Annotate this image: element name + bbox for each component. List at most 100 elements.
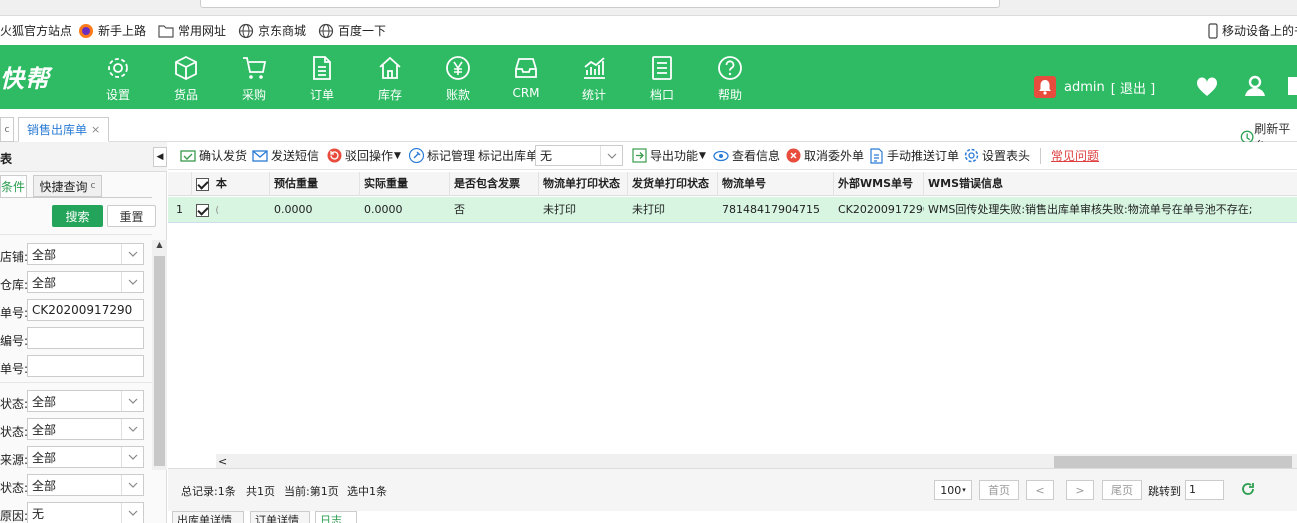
tab-condition[interactable]: 条件 [0, 175, 27, 197]
nav-label: 库存 [377, 88, 402, 102]
export-button[interactable]: 导出功能 ▼ [632, 147, 706, 164]
view-info-label: 查看信息 [732, 149, 781, 163]
total-records: 总记录:1条 [181, 485, 236, 498]
last-page-button[interactable]: 尾页 [1102, 480, 1142, 500]
tab-order-detail[interactable]: 订单详情 [250, 511, 310, 523]
first-page-button[interactable]: 首页 [979, 480, 1019, 500]
tab-outbound-detail[interactable]: 出库单详情 [172, 511, 244, 523]
user-icon[interactable] [1243, 75, 1267, 100]
status-select-1[interactable]: 全部 [27, 390, 144, 412]
more-icon[interactable] [1288, 77, 1297, 95]
logout-link[interactable]: [ 退出 ] [1111, 78, 1155, 97]
jump-page-input[interactable]: 1 [1185, 480, 1224, 500]
send-sms-button[interactable]: 发送短信 [252, 147, 319, 164]
search-button[interactable]: 搜索 [52, 205, 103, 227]
status-value-3: 全部 [32, 478, 57, 493]
nav-item-inventory[interactable]: 库存 [365, 55, 415, 103]
set-header-button[interactable]: 设置表头 [964, 147, 1030, 164]
nav-item-accounts[interactable]: 账款 [433, 55, 483, 103]
url-bar[interactable] [200, 0, 1000, 8]
manual-push-button[interactable]: 手动推送订单 [869, 147, 959, 164]
username: admin [1064, 79, 1105, 95]
bookmark-baidu[interactable]: 百度一下 [318, 22, 386, 39]
reset-button[interactable]: 重置 [107, 205, 156, 227]
firefox-icon [79, 23, 93, 38]
warehouse-select[interactable]: 全部 [27, 271, 144, 293]
nav-item-orders[interactable]: 订单 [297, 55, 347, 103]
order-no-input[interactable]: CK20200917290 [27, 299, 144, 321]
chevron-down-icon [121, 447, 143, 467]
header-logistics-no[interactable]: 物流单号 [718, 172, 834, 196]
status-value-1: 全部 [32, 394, 57, 409]
cell-invoice: 否 [454, 203, 465, 216]
tab-log[interactable]: 日志 [315, 511, 357, 523]
header-label: 实际重量 [364, 177, 408, 190]
nav-item-settings[interactable]: 设置 [93, 55, 143, 103]
first-page-label: 首页 [988, 484, 1010, 497]
header-actual-weight[interactable]: 实际重量 [360, 172, 450, 196]
bookmark-getting-started[interactable]: 新手上路 [78, 22, 146, 39]
bookmark-common-urls[interactable]: 常用网址 [158, 22, 226, 39]
bookmark-mobile[interactable]: 移动设备上的书 [1208, 22, 1297, 39]
prev-page-button[interactable]: < [1026, 480, 1054, 500]
field-label-status-2: 状态: [0, 425, 29, 439]
header-col-0[interactable]: 本 [192, 172, 270, 196]
cancel-outsource-button[interactable]: 取消委外单 [786, 147, 864, 164]
export-icon [632, 148, 647, 163]
nav-item-goods[interactable]: 货品 [161, 55, 211, 103]
tab-prev-icon[interactable]: c [0, 117, 14, 142]
scroll-left-icon[interactable]: < [218, 455, 227, 468]
header-est-weight[interactable]: 预估重量 [270, 172, 360, 196]
tab-label: 日志 [320, 514, 342, 523]
nav-item-purchase[interactable]: 采购 [229, 55, 279, 103]
tab-close-icon[interactable]: × [91, 123, 100, 136]
heart-hand-icon[interactable] [1195, 76, 1219, 101]
logistics-no-input[interactable] [27, 355, 144, 377]
nav-item-stats[interactable]: 统计 [569, 55, 619, 103]
tab-quick-query[interactable]: 快捷查询 c [33, 175, 102, 197]
filter-scrollbar[interactable]: ▲ [152, 240, 167, 470]
header-invoice[interactable]: 是否包含发票 [450, 172, 539, 196]
scroll-up-icon[interactable]: ▲ [152, 240, 167, 254]
chevron-down-icon [121, 391, 143, 411]
store-select[interactable]: 全部 [27, 243, 144, 265]
nav-item-stall[interactable]: 档口 [637, 55, 687, 103]
nav-item-help[interactable]: 帮助 [705, 55, 755, 103]
bookmark-jd[interactable]: 京东商城 [238, 22, 306, 39]
nav-item-crm[interactable]: CRM [501, 55, 551, 100]
confirm-ship-button[interactable]: 确认发货 [180, 147, 247, 164]
bookmark-firefox-site[interactable]: 火狐官方站点 [0, 22, 72, 39]
tab-sales-outbound[interactable]: 销售出库单 × [18, 117, 110, 142]
view-info-button[interactable]: 查看信息 [713, 147, 780, 164]
mark-manage-button[interactable]: 标记管理 [409, 147, 475, 164]
status-select-3[interactable]: 全部 [27, 474, 144, 496]
collapse-left-icon[interactable]: ◀ [153, 147, 167, 167]
header-label: 外部WMS单号 [838, 177, 914, 190]
source-value: 全部 [32, 450, 57, 465]
table-row[interactable]: 1 ( 0.0000 0.0000 否 未打印 未打印 781484179047… [168, 197, 1297, 223]
header-logistics-print[interactable]: 物流单打印状态 [539, 172, 628, 196]
header-label: 本 [215, 177, 227, 190]
header-ship-print[interactable]: 发货单打印状态 [628, 172, 718, 196]
mark-select[interactable]: 无 [535, 145, 623, 166]
nav-label: 设置 [105, 88, 130, 102]
faq-link[interactable]: 常见问题 [1051, 147, 1099, 164]
select-all-checkbox[interactable] [196, 177, 209, 191]
row-index: 1 [176, 203, 183, 216]
header-wms-error[interactable]: WMS错误信息 [924, 172, 1297, 196]
refresh-icon[interactable] [1240, 481, 1256, 500]
row-checkbox[interactable] [196, 203, 209, 217]
code-input[interactable] [27, 327, 144, 349]
next-page-button[interactable]: > [1066, 480, 1094, 500]
scroll-thumb[interactable] [154, 256, 165, 466]
reject-operation-button[interactable]: 驳回操作 ▼ [327, 147, 401, 164]
status-select-2[interactable]: 全部 [27, 418, 144, 440]
reason-select[interactable]: 无 [27, 502, 144, 523]
source-select[interactable]: 全部 [27, 446, 144, 468]
page-size-select[interactable]: 100 ▾ [934, 480, 972, 500]
yen-icon [446, 56, 470, 80]
bell-icon[interactable] [1034, 76, 1056, 98]
cart-icon [243, 57, 267, 79]
cell-ship-print: 未打印 [632, 203, 665, 216]
header-wms-no[interactable]: 外部WMS单号 [834, 172, 924, 196]
